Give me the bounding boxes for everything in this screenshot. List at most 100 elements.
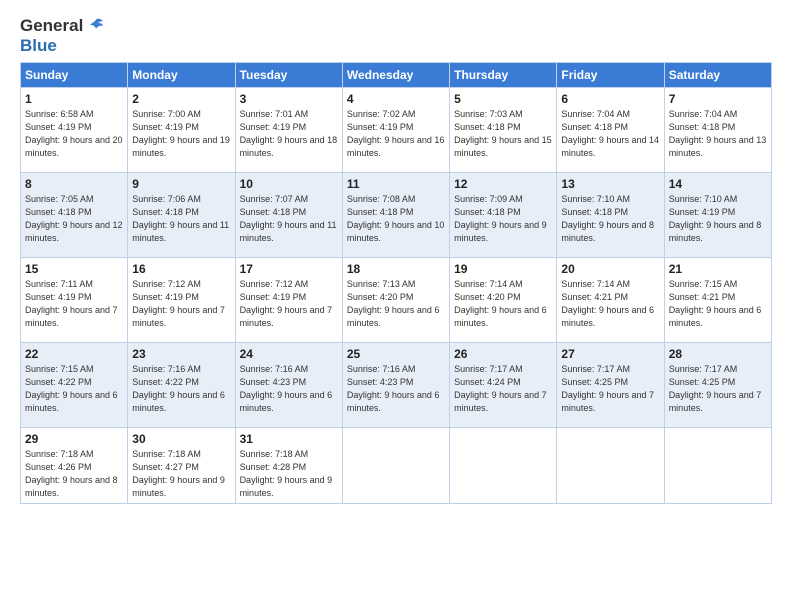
logo: General Blue [20, 16, 105, 56]
daylight-label: Daylight: 9 hours and 19 minutes. [132, 135, 230, 158]
calendar-cell: 23 Sunrise: 7:16 AM Sunset: 4:22 PM Dayl… [128, 343, 235, 428]
day-info: Sunrise: 7:17 AM Sunset: 4:25 PM Dayligh… [561, 363, 659, 415]
sunset-label: Sunset: 4:23 PM [347, 377, 414, 387]
calendar-cell: 6 Sunrise: 7:04 AM Sunset: 4:18 PM Dayli… [557, 88, 664, 173]
sunset-label: Sunset: 4:25 PM [669, 377, 736, 387]
daylight-label: Daylight: 9 hours and 12 minutes. [25, 220, 123, 243]
day-info: Sunrise: 6:58 AM Sunset: 4:19 PM Dayligh… [25, 108, 123, 160]
calendar-cell: 8 Sunrise: 7:05 AM Sunset: 4:18 PM Dayli… [21, 173, 128, 258]
daylight-label: Daylight: 9 hours and 8 minutes. [25, 475, 118, 498]
col-thursday: Thursday [450, 63, 557, 88]
calendar-cell: 15 Sunrise: 7:11 AM Sunset: 4:19 PM Dayl… [21, 258, 128, 343]
day-info: Sunrise: 7:17 AM Sunset: 4:25 PM Dayligh… [669, 363, 767, 415]
day-number: 16 [132, 262, 230, 276]
day-number: 27 [561, 347, 659, 361]
sunset-label: Sunset: 4:19 PM [347, 122, 414, 132]
day-number: 18 [347, 262, 445, 276]
calendar-cell: 14 Sunrise: 7:10 AM Sunset: 4:19 PM Dayl… [664, 173, 771, 258]
sunset-label: Sunset: 4:19 PM [669, 207, 736, 217]
day-number: 10 [240, 177, 338, 191]
calendar-cell: 24 Sunrise: 7:16 AM Sunset: 4:23 PM Dayl… [235, 343, 342, 428]
calendar-cell: 10 Sunrise: 7:07 AM Sunset: 4:18 PM Dayl… [235, 173, 342, 258]
logo-blue-text: Blue [20, 36, 57, 56]
calendar-cell: 21 Sunrise: 7:15 AM Sunset: 4:21 PM Dayl… [664, 258, 771, 343]
day-info: Sunrise: 7:16 AM Sunset: 4:23 PM Dayligh… [240, 363, 338, 415]
day-info: Sunrise: 7:15 AM Sunset: 4:22 PM Dayligh… [25, 363, 123, 415]
day-number: 6 [561, 92, 659, 106]
day-number: 23 [132, 347, 230, 361]
day-number: 29 [25, 432, 123, 446]
calendar-cell [664, 428, 771, 504]
daylight-label: Daylight: 9 hours and 13 minutes. [669, 135, 767, 158]
daylight-label: Daylight: 9 hours and 10 minutes. [347, 220, 445, 243]
calendar-cell: 28 Sunrise: 7:17 AM Sunset: 4:25 PM Dayl… [664, 343, 771, 428]
daylight-label: Daylight: 9 hours and 7 minutes. [561, 390, 654, 413]
day-number: 4 [347, 92, 445, 106]
daylight-label: Daylight: 9 hours and 7 minutes. [240, 305, 333, 328]
day-number: 3 [240, 92, 338, 106]
sunrise-label: Sunrise: 7:10 AM [561, 194, 630, 204]
day-info: Sunrise: 7:14 AM Sunset: 4:20 PM Dayligh… [454, 278, 552, 330]
day-info: Sunrise: 7:08 AM Sunset: 4:18 PM Dayligh… [347, 193, 445, 245]
sunrise-label: Sunrise: 7:04 AM [669, 109, 738, 119]
sunrise-label: Sunrise: 7:17 AM [669, 364, 738, 374]
calendar-cell: 1 Sunrise: 6:58 AM Sunset: 4:19 PM Dayli… [21, 88, 128, 173]
sunrise-label: Sunrise: 7:12 AM [240, 279, 309, 289]
day-number: 22 [25, 347, 123, 361]
day-number: 15 [25, 262, 123, 276]
day-info: Sunrise: 7:13 AM Sunset: 4:20 PM Dayligh… [347, 278, 445, 330]
day-number: 5 [454, 92, 552, 106]
sunrise-label: Sunrise: 7:16 AM [132, 364, 201, 374]
sunset-label: Sunset: 4:18 PM [240, 207, 307, 217]
day-info: Sunrise: 7:10 AM Sunset: 4:18 PM Dayligh… [561, 193, 659, 245]
sunset-label: Sunset: 4:21 PM [669, 292, 736, 302]
daylight-label: Daylight: 9 hours and 6 minutes. [454, 305, 547, 328]
daylight-label: Daylight: 9 hours and 11 minutes. [132, 220, 229, 243]
day-info: Sunrise: 7:05 AM Sunset: 4:18 PM Dayligh… [25, 193, 123, 245]
calendar-cell: 5 Sunrise: 7:03 AM Sunset: 4:18 PM Dayli… [450, 88, 557, 173]
day-number: 24 [240, 347, 338, 361]
sunset-label: Sunset: 4:18 PM [132, 207, 199, 217]
day-info: Sunrise: 7:12 AM Sunset: 4:19 PM Dayligh… [240, 278, 338, 330]
sunrise-label: Sunrise: 7:14 AM [561, 279, 630, 289]
sunset-label: Sunset: 4:25 PM [561, 377, 628, 387]
sunset-label: Sunset: 4:20 PM [347, 292, 414, 302]
daylight-label: Daylight: 9 hours and 6 minutes. [561, 305, 654, 328]
day-info: Sunrise: 7:06 AM Sunset: 4:18 PM Dayligh… [132, 193, 230, 245]
daylight-label: Daylight: 9 hours and 6 minutes. [25, 390, 118, 413]
sunset-label: Sunset: 4:20 PM [454, 292, 521, 302]
day-number: 26 [454, 347, 552, 361]
sunrise-label: Sunrise: 7:08 AM [347, 194, 416, 204]
col-wednesday: Wednesday [342, 63, 449, 88]
sunrise-label: Sunrise: 7:14 AM [454, 279, 523, 289]
calendar-cell [557, 428, 664, 504]
day-info: Sunrise: 7:16 AM Sunset: 4:22 PM Dayligh… [132, 363, 230, 415]
day-info: Sunrise: 7:09 AM Sunset: 4:18 PM Dayligh… [454, 193, 552, 245]
daylight-label: Daylight: 9 hours and 7 minutes. [25, 305, 118, 328]
sunrise-label: Sunrise: 7:10 AM [669, 194, 738, 204]
day-number: 14 [669, 177, 767, 191]
day-number: 11 [347, 177, 445, 191]
sunrise-label: Sunrise: 7:09 AM [454, 194, 523, 204]
sunset-label: Sunset: 4:19 PM [25, 292, 92, 302]
calendar-cell: 31 Sunrise: 7:18 AM Sunset: 4:28 PM Dayl… [235, 428, 342, 504]
col-saturday: Saturday [664, 63, 771, 88]
sunrise-label: Sunrise: 7:06 AM [132, 194, 201, 204]
sunrise-label: Sunrise: 7:18 AM [240, 449, 309, 459]
sunset-label: Sunset: 4:28 PM [240, 462, 307, 472]
daylight-label: Daylight: 9 hours and 9 minutes. [454, 220, 547, 243]
daylight-label: Daylight: 9 hours and 6 minutes. [240, 390, 333, 413]
calendar-cell: 18 Sunrise: 7:13 AM Sunset: 4:20 PM Dayl… [342, 258, 449, 343]
daylight-label: Daylight: 9 hours and 7 minutes. [132, 305, 225, 328]
day-number: 31 [240, 432, 338, 446]
calendar-week-row: 29 Sunrise: 7:18 AM Sunset: 4:26 PM Dayl… [21, 428, 772, 504]
col-tuesday: Tuesday [235, 63, 342, 88]
calendar-cell: 27 Sunrise: 7:17 AM Sunset: 4:25 PM Dayl… [557, 343, 664, 428]
calendar-cell: 22 Sunrise: 7:15 AM Sunset: 4:22 PM Dayl… [21, 343, 128, 428]
day-info: Sunrise: 7:18 AM Sunset: 4:27 PM Dayligh… [132, 448, 230, 500]
calendar-page: General Blue Sunday Monday Tuesday Wedne… [0, 0, 792, 612]
day-number: 9 [132, 177, 230, 191]
calendar-week-row: 8 Sunrise: 7:05 AM Sunset: 4:18 PM Dayli… [21, 173, 772, 258]
page-header: General Blue [20, 16, 772, 56]
sunset-label: Sunset: 4:18 PM [25, 207, 92, 217]
